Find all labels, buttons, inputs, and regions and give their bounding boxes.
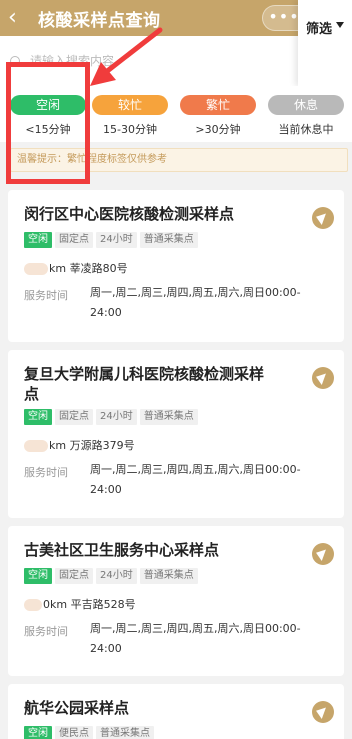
service-label: 服务时间 xyxy=(24,289,68,302)
redacted-distance xyxy=(24,263,48,275)
caret-down-icon xyxy=(336,22,344,28)
list-item[interactable]: 航华公园采样点 空闲 便民点 普通采集点 xyxy=(8,684,344,739)
service-label: 服务时间 xyxy=(24,625,68,638)
annotation-highlight-box xyxy=(6,62,90,184)
tag: 普通采集点 xyxy=(139,568,198,584)
navigate-icon[interactable] xyxy=(312,543,334,565)
filter-label: 筛选 xyxy=(306,22,333,37)
navigate-icon[interactable] xyxy=(312,207,334,229)
tag: 24小时 xyxy=(96,232,137,248)
legend-pill: 繁忙 xyxy=(180,95,256,115)
navigate-icon[interactable] xyxy=(312,701,334,723)
legend-item-moderate[interactable]: 较忙 15-30分钟 xyxy=(92,95,168,137)
legend-desc: 当前休息中 xyxy=(278,123,334,136)
distance-unit: km xyxy=(49,439,67,452)
legend-pill: 较忙 xyxy=(92,95,168,115)
tag: 24小时 xyxy=(96,568,137,584)
site-name: 航华公园采样点 xyxy=(24,699,130,717)
navigate-icon[interactable] xyxy=(312,367,334,389)
service-time: 周一,周二,周三,周四,周五,周六,周日00:00-24:00 xyxy=(90,463,301,496)
tag-list: 空闲 固定点 24小时 普通采集点 xyxy=(24,232,201,248)
list-item[interactable]: 古美社区卫生服务中心采样点 空闲 固定点 24小时 普通采集点 0km 平吉路528号… xyxy=(8,526,344,676)
legend-item-rest[interactable]: 休息 当前休息中 xyxy=(268,95,344,137)
site-name: 闵行区中心医院核酸检测采样点 xyxy=(24,205,235,223)
tag: 24小时 xyxy=(96,409,137,425)
distance-unit: 0km xyxy=(43,598,68,611)
status-badge: 空闲 xyxy=(24,726,52,739)
filter-button[interactable]: 筛选 xyxy=(298,0,352,86)
address: 万源路379号 xyxy=(69,439,135,452)
list-item[interactable]: 闵行区中心医院核酸检测采样点 空闲 固定点 24小时 普通采集点 km 莘凌路80号 … xyxy=(8,190,344,342)
tag: 普通采集点 xyxy=(96,726,154,739)
redacted-distance xyxy=(24,440,48,452)
tag-list: 空闲 固定点 24小时 普通采集点 xyxy=(24,409,201,425)
list-item[interactable]: 复旦大学附属儿科医院核酸检测采样点 空闲 固定点 24小时 普通采集点 km 万源路3… xyxy=(8,350,344,518)
status-badge: 空闲 xyxy=(24,409,52,425)
tag: 固定点 xyxy=(55,409,93,425)
address: 平吉路528号 xyxy=(70,598,136,611)
back-chevron-icon[interactable]: ‹ xyxy=(8,4,32,32)
site-name: 古美社区卫生服务中心采样点 xyxy=(24,541,220,559)
tag: 固定点 xyxy=(55,232,93,248)
tag: 便民点 xyxy=(55,726,93,739)
tag-list: 空闲 固定点 24小时 普通采集点 xyxy=(24,568,201,584)
legend-pill: 休息 xyxy=(268,95,344,115)
service-time: 周一,周二,周三,周四,周五,周六,周日00:00-24:00 xyxy=(90,622,301,655)
tag: 普通采集点 xyxy=(139,232,198,248)
service-label: 服务时间 xyxy=(24,466,68,479)
site-name: 复旦大学附属儿科医院核酸检测采样点 xyxy=(24,365,265,403)
status-badge: 空闲 xyxy=(24,232,52,248)
redacted-distance xyxy=(24,599,42,611)
tag: 固定点 xyxy=(55,568,93,584)
page-title: 核酸采样点查询 xyxy=(38,11,161,31)
tag: 普通采集点 xyxy=(139,409,198,425)
distance-unit: km xyxy=(49,262,67,275)
distance-address: 0km 平吉路528号 xyxy=(24,596,136,612)
address: 莘凌路80号 xyxy=(69,262,128,275)
distance-address: km 莘凌路80号 xyxy=(24,260,128,276)
legend-desc: 15-30分钟 xyxy=(103,123,157,136)
distance-address: km 万源路379号 xyxy=(24,437,135,453)
legend-item-busy[interactable]: 繁忙 >30分钟 xyxy=(180,95,256,137)
legend-desc: >30分钟 xyxy=(195,123,241,136)
service-time: 周一,周二,周三,周四,周五,周六,周日00:00-24:00 xyxy=(90,286,301,319)
status-badge: 空闲 xyxy=(24,568,52,584)
tag-list: 空闲 便民点 普通采集点 xyxy=(24,726,157,739)
